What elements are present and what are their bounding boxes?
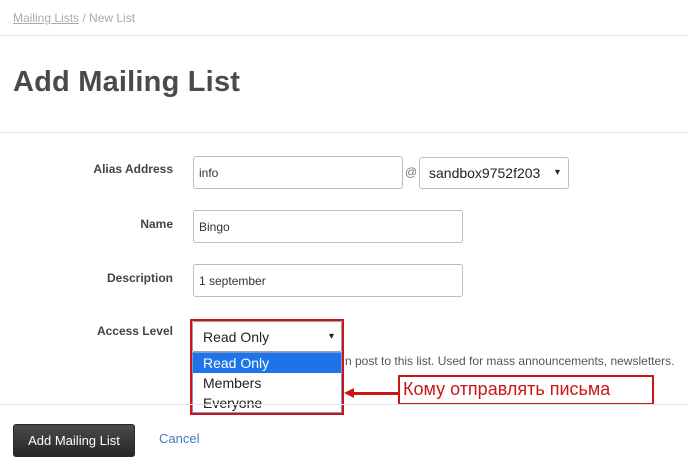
alias-label: Alias Address	[93, 162, 173, 176]
breadcrumb: Mailing Lists / New List	[13, 11, 135, 25]
annotation-arrow-line	[350, 392, 398, 395]
footer-divider	[0, 404, 688, 405]
access-level-select[interactable]: Read Only ▾	[192, 321, 342, 352]
name-input[interactable]	[193, 210, 463, 243]
annotation-arrow-icon	[344, 388, 354, 398]
alias-input[interactable]	[193, 156, 403, 189]
add-mailing-list-button[interactable]: Add Mailing List	[13, 424, 135, 457]
title-divider	[0, 132, 688, 133]
description-input[interactable]	[193, 264, 463, 297]
option-everyone[interactable]: Everyone	[193, 393, 341, 413]
chevron-down-icon: ▾	[328, 331, 334, 342]
name-label: Name	[140, 217, 173, 231]
access-level-label: Access Level	[96, 324, 173, 338]
access-level-hint: n post to this list. Used for mass annou…	[345, 354, 675, 368]
access-level-dropdown[interactable]: Read Only ▾ Read Only Members Everyone	[190, 319, 344, 415]
annotation-callout: Кому отправлять письма	[398, 375, 654, 405]
access-level-selected-value: Read Only	[203, 329, 270, 345]
description-label: Description	[106, 271, 173, 285]
breadcrumb-current: New List	[89, 11, 136, 25]
chevron-down-icon: ▾	[554, 167, 560, 178]
domain-select-value: sandbox9752f203	[429, 165, 541, 181]
breadcrumb-separator: /	[79, 11, 90, 25]
page-title: Add Mailing List	[13, 66, 241, 98]
breadcrumb-link-mailing-lists[interactable]: Mailing Lists	[13, 11, 79, 25]
at-sign: @	[405, 165, 418, 179]
domain-select[interactable]: sandbox9752f203 ▾	[419, 157, 569, 189]
option-members[interactable]: Members	[193, 373, 341, 393]
cancel-link[interactable]: Cancel	[159, 431, 199, 446]
header-divider	[0, 35, 688, 36]
option-read-only[interactable]: Read Only	[193, 353, 341, 373]
